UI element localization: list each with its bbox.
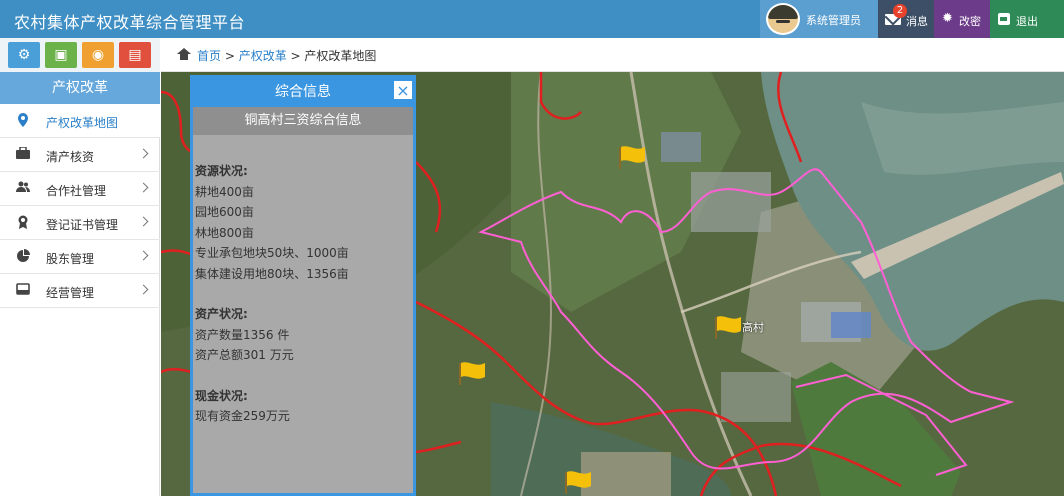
close-button[interactable]: × — [393, 80, 413, 100]
sidebar-item-label: 登记证书管理 — [46, 218, 119, 232]
resources-heading: 资源状况: — [195, 164, 248, 178]
message-count-badge: 2 — [893, 4, 907, 18]
info-panel: 综合信息 × 铜高村三资综合信息 资源状况: 耕地400亩 园地600亩 林地8… — [190, 75, 416, 496]
briefcase-icon — [16, 146, 30, 161]
breadcrumb-trail: 首页 > 产权改革 > 产权改革地图 — [197, 47, 376, 64]
sidebar-item-cooperative[interactable]: 合作社管理 — [0, 172, 160, 206]
chevron-right-icon — [138, 284, 149, 295]
village-label: 高村 — [742, 321, 764, 334]
change-password-button[interactable]: ✹ 改密 — [934, 0, 990, 38]
camera-icon[interactable]: ◉ — [82, 42, 114, 68]
resource-item: 林地800亩 — [195, 225, 254, 240]
settings-icon[interactable]: ⚙ — [8, 42, 40, 68]
sidebar-menu: 产权改革地图 清产核资 合作社管理 登记证书管理 股东管理 经营管理 — [0, 104, 160, 308]
info-panel-body: 资源状况: 耕地400亩 园地600亩 林地800亩 专业承包地块50块、100… — [195, 161, 411, 427]
monitor-icon[interactable]: ▤ — [119, 42, 151, 68]
info-panel-subtitle: 铜高村三资综合信息 — [193, 107, 413, 135]
sidebar-item-label: 股东管理 — [46, 252, 95, 266]
logout-button[interactable]: 退出 — [990, 0, 1064, 38]
resource-item: 园地600亩 — [195, 205, 254, 219]
user-name: 系统管理员 — [806, 14, 861, 27]
messages-button[interactable]: 2 消息 — [878, 0, 934, 38]
chevron-right-icon — [138, 182, 149, 193]
avatar — [766, 3, 800, 35]
drive-icon — [16, 283, 30, 297]
resource-item: 集体建设用地80块、1356亩 — [195, 266, 349, 281]
logout-label: 退出 — [1016, 15, 1038, 28]
user-menu[interactable]: 系统管理员 — [760, 0, 878, 38]
sidebar-item-shareholder[interactable]: 股东管理 — [0, 240, 160, 274]
home-icon — [177, 48, 191, 60]
assets-heading: 资产状况: — [195, 307, 248, 321]
chevron-right-icon — [138, 148, 149, 159]
cash-heading: 现金状况: — [195, 388, 248, 403]
sidebar-item-certificate[interactable]: 登记证书管理 — [0, 206, 160, 240]
sidebar-title: 产权改革 — [0, 72, 160, 104]
change-password-label: 改密 — [959, 15, 981, 28]
info-panel-title: 综合信息 — [193, 75, 413, 107]
gear-icon: ✹ — [942, 11, 953, 26]
cash-item: 现有资金259万元 — [195, 409, 290, 423]
location-pin-icon — [16, 113, 30, 127]
app-title: 农村集体产权改革综合管理平台 — [14, 13, 246, 32]
breadcrumb: 首页 > 产权改革 > 产权改革地图 — [161, 38, 1064, 72]
users-icon — [16, 181, 30, 195]
sidebar-item-label: 清产核资 — [46, 150, 95, 164]
image-icon[interactable]: ▣ — [45, 42, 77, 68]
messages-label: 消息 — [906, 15, 928, 28]
chevron-right-icon — [138, 250, 149, 261]
sidebar-item-asset-audit[interactable]: 清产核资 — [0, 138, 160, 172]
sidebar-item-property-map[interactable]: 产权改革地图 — [0, 104, 160, 138]
asset-item: 资产总额301 万元 — [195, 348, 294, 362]
quick-toolbar: ⚙ ▣ ◉ ▤ — [0, 38, 160, 72]
breadcrumb-separator: > — [286, 49, 305, 63]
breadcrumb-section-link[interactable]: 产权改革 — [239, 49, 287, 63]
resource-item: 耕地400亩 — [195, 184, 254, 199]
certificate-icon — [16, 215, 30, 229]
pie-chart-icon — [16, 249, 30, 263]
top-header: 农村集体产权改革综合管理平台 系统管理员 2 消息 ✹ 改密 退出 — [0, 0, 1064, 38]
sidebar-item-operation[interactable]: 经营管理 — [0, 274, 160, 308]
asset-item: 资产数量1356 件 — [195, 327, 290, 342]
sidebar-item-label: 经营管理 — [46, 286, 95, 300]
chevron-right-icon — [138, 216, 149, 227]
sidebar: ⚙ ▣ ◉ ▤ 产权改革 产权改革地图 清产核资 合作社管理 登记证书管理 股东… — [0, 38, 160, 496]
breadcrumb-current: 产权改革地图 — [304, 49, 377, 63]
sidebar-item-label: 产权改革地图 — [46, 116, 119, 130]
breadcrumb-home-link[interactable]: 首页 — [197, 49, 221, 63]
sidebar-item-label: 合作社管理 — [46, 184, 107, 198]
logout-icon — [998, 13, 1010, 25]
breadcrumb-separator: > — [221, 49, 239, 63]
resource-item: 专业承包地块50块、1000亩 — [195, 246, 349, 260]
